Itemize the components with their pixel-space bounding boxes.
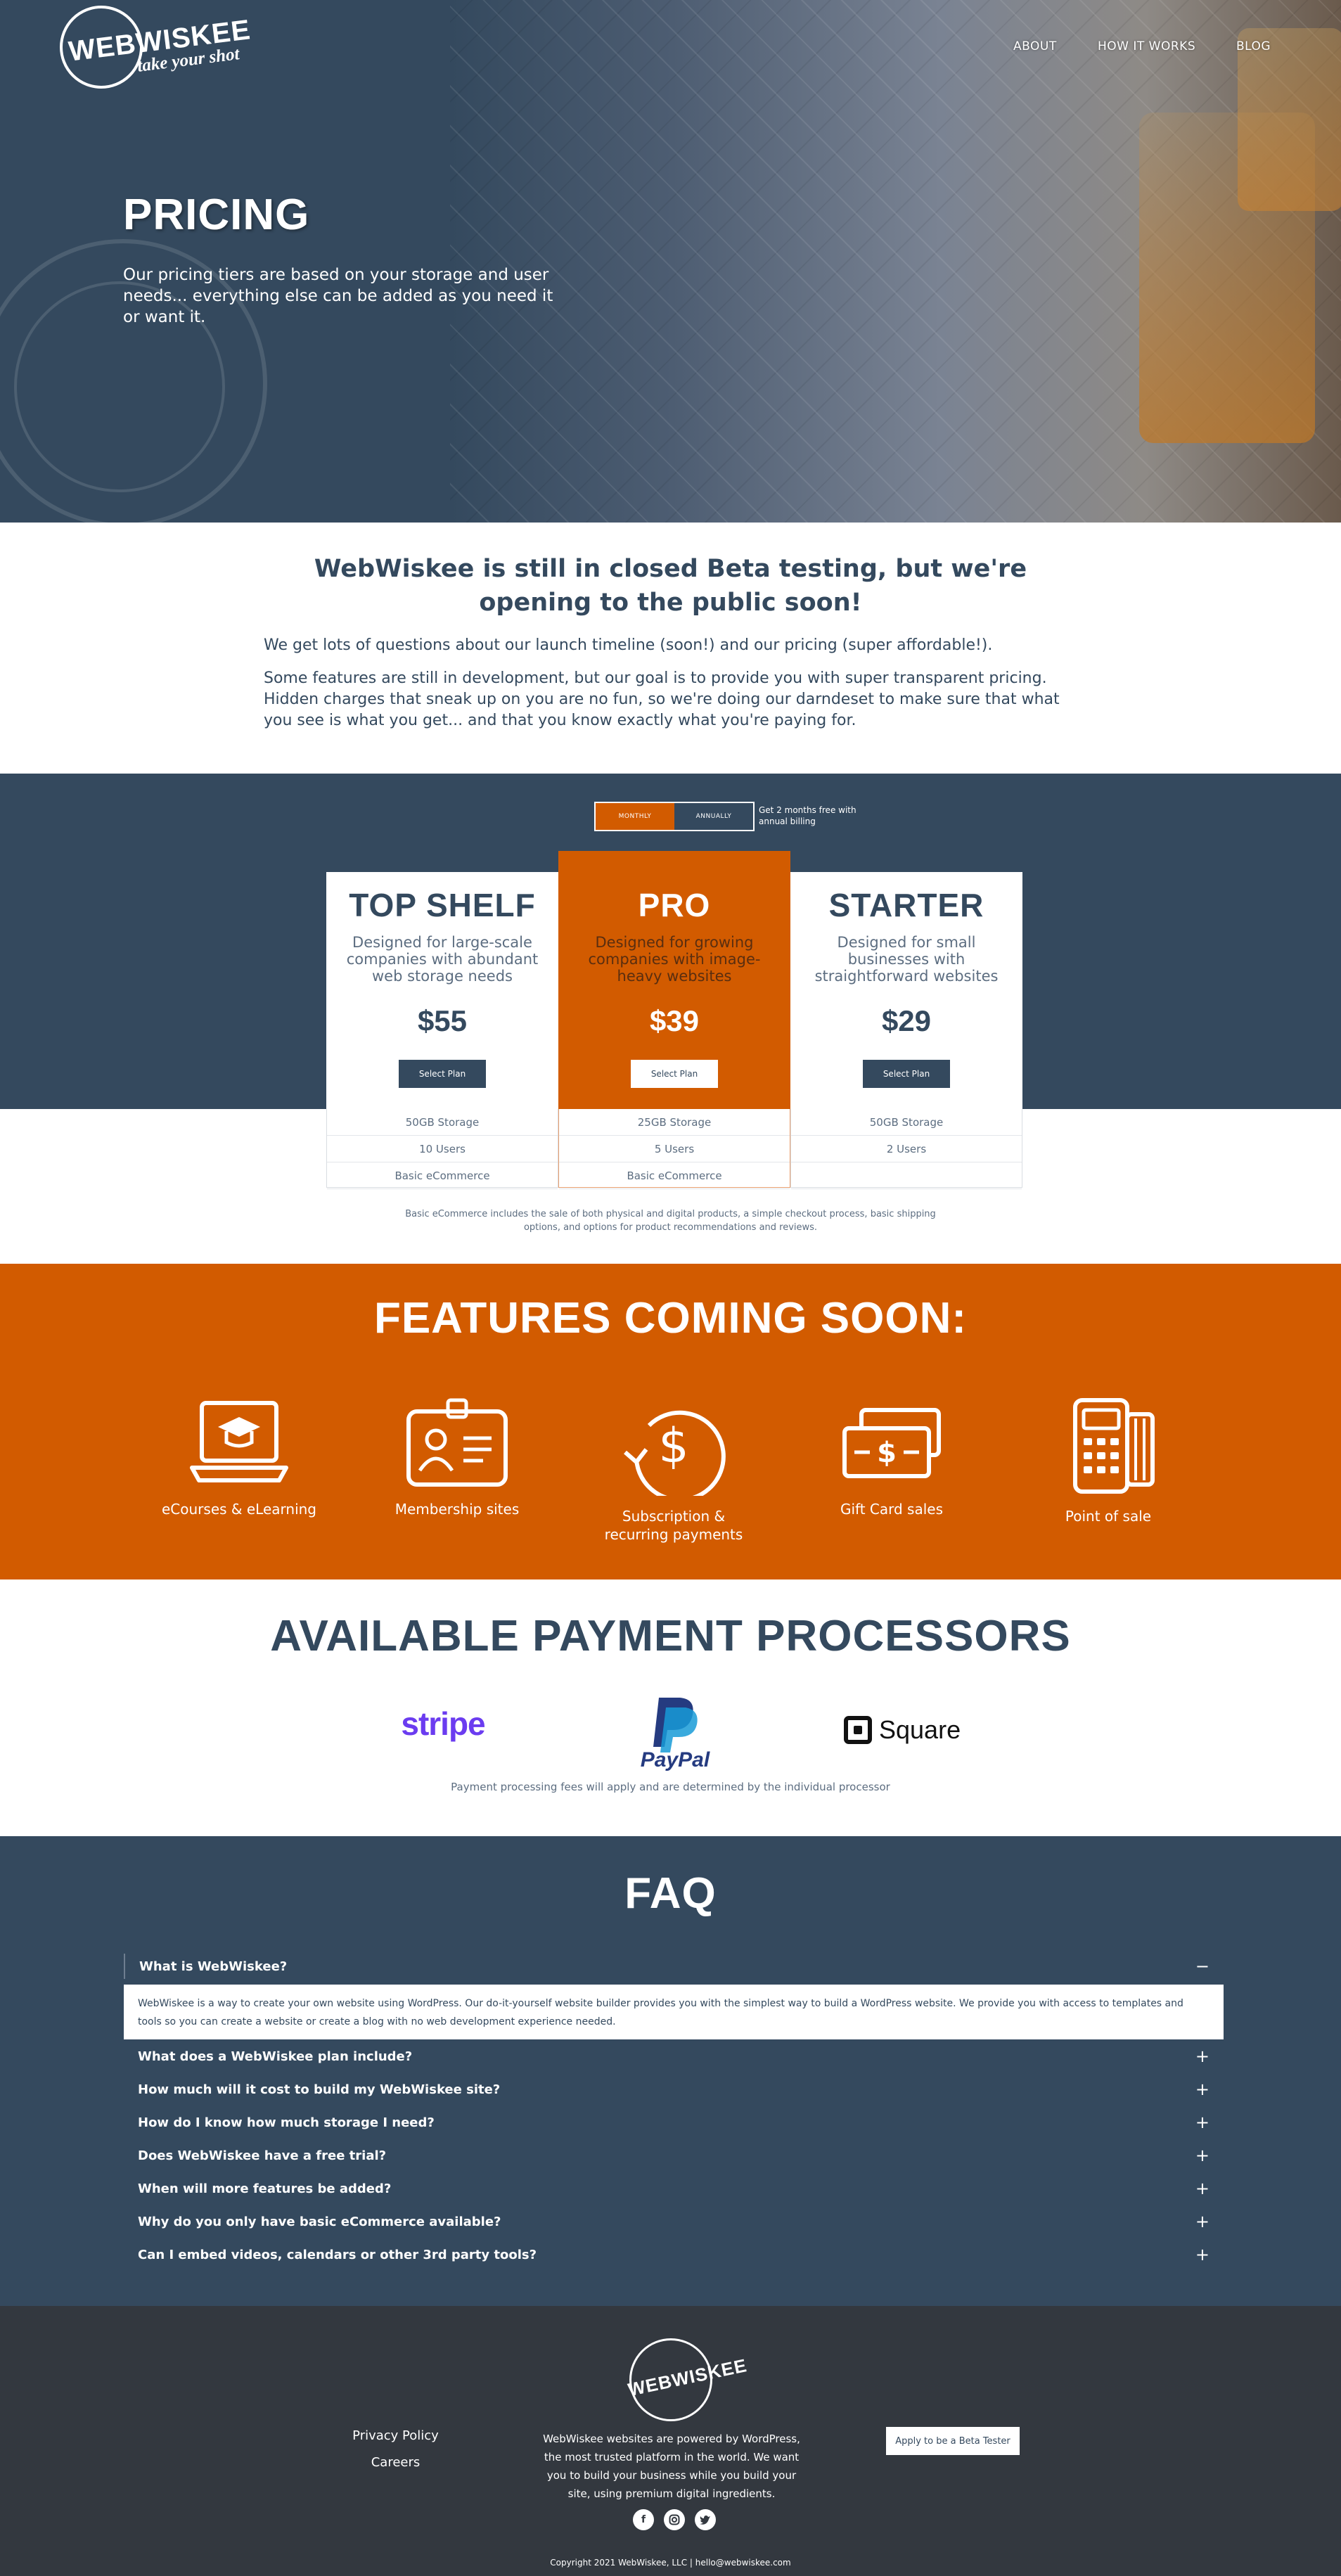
faq-answer: WebWiskee is a way to create your own we… bbox=[124, 1985, 1224, 2039]
beta-paragraph-1: We get lots of questions about our launc… bbox=[264, 636, 993, 654]
careers-link[interactable]: Careers bbox=[323, 2455, 468, 2470]
plan-card-top-shelf: TOP SHELF Designed for large-scale compa… bbox=[326, 872, 558, 1109]
processors-note: Payment processing fees will apply and a… bbox=[451, 1781, 890, 1793]
faq-question[interactable]: How do I know how much storage I need? + bbox=[124, 2110, 1224, 2135]
feature-row bbox=[791, 1162, 1022, 1189]
plan-price: $55 bbox=[417, 1004, 468, 1037]
square-logo: Square bbox=[844, 1715, 961, 1745]
plan-price: $39 bbox=[649, 1004, 700, 1037]
faq-question[interactable]: Why do you only have basic eCommerce ava… bbox=[124, 2209, 1224, 2234]
nav-blog[interactable]: BLOG bbox=[1236, 39, 1271, 53]
plan-features-pro: 25GB Storage 5 Users Basic eCommerce bbox=[558, 1109, 790, 1189]
billing-toggle[interactable]: MONTHLY ANNUALLY bbox=[594, 802, 755, 831]
feature-row: 10 Users bbox=[327, 1136, 558, 1162]
plan-name: TOP SHELF bbox=[349, 887, 536, 923]
feature-gift-cards: $ Gift Card sales bbox=[807, 1397, 976, 1518]
feature-ecourses: eCourses & eLearning bbox=[155, 1397, 323, 1518]
plan-description: Designed for growing companies with imag… bbox=[588, 934, 761, 985]
copyright: Copyright 2021 WebWiskee, LLC | hello@we… bbox=[550, 2558, 791, 2568]
facebook-icon[interactable]: f bbox=[633, 2509, 654, 2530]
feature-label: Point of sale bbox=[1065, 1508, 1152, 1525]
toggle-monthly[interactable]: MONTHLY bbox=[596, 803, 674, 830]
paypal-logo: PayPal bbox=[629, 1695, 721, 1772]
feature-row: 5 Users bbox=[559, 1136, 790, 1162]
expand-icon[interactable]: + bbox=[1195, 2146, 1210, 2165]
plan-description: Designed for large-scale companies with … bbox=[346, 934, 539, 985]
features-heading: FEATURES COMING SOON: bbox=[373, 1294, 968, 1343]
select-plan-button[interactable]: Select Plan bbox=[631, 1060, 718, 1088]
faq-section: FAQ bbox=[0, 1836, 1341, 2306]
cash-bills-icon: $ bbox=[842, 1408, 941, 1478]
select-plan-button[interactable]: Select Plan bbox=[863, 1060, 950, 1088]
faq-question[interactable]: Can I embed videos, calendars or other 3… bbox=[124, 2242, 1224, 2267]
site-logo[interactable]: WEBWISKEE take your shot bbox=[60, 6, 264, 90]
feature-label: Gift Card sales bbox=[840, 1501, 944, 1518]
footer-description: WebWiskee websites are powered by WordPr… bbox=[543, 2433, 800, 2500]
twitter-icon[interactable] bbox=[695, 2509, 716, 2530]
faq-question[interactable]: Does WebWiskee have a free trial? + bbox=[124, 2143, 1224, 2168]
feature-label: eCourses & eLearning bbox=[162, 1501, 316, 1518]
plan-name: PRO bbox=[638, 887, 711, 923]
faq-question[interactable]: When will more features be added? + bbox=[124, 2176, 1224, 2201]
expand-icon[interactable]: + bbox=[1195, 2046, 1210, 2066]
faq-question[interactable]: What does a WebWiskee plan include? + bbox=[124, 2044, 1224, 2069]
hero-section: WEBWISKEE take your shot ABOUT HOW IT WO… bbox=[0, 0, 1341, 523]
plan-name: STARTER bbox=[828, 887, 984, 923]
id-badge-icon bbox=[406, 1398, 508, 1487]
feature-subscription: $ Subscription & recurring payments bbox=[589, 1397, 758, 1544]
stripe-logo: stripe bbox=[401, 1705, 485, 1742]
nav-how-it-works[interactable]: HOW IT WORKS bbox=[1098, 39, 1195, 53]
expand-icon[interactable]: + bbox=[1195, 2179, 1210, 2198]
collapse-icon[interactable]: − bbox=[1195, 1956, 1210, 1976]
plan-card-pro: PRO Designed for growing companies with … bbox=[558, 851, 790, 1109]
privacy-policy-link[interactable]: Privacy Policy bbox=[323, 2428, 468, 2443]
hero-photo bbox=[450, 0, 1341, 523]
svg-text:$: $ bbox=[877, 1437, 897, 1469]
beta-paragraph-2: Some features are still in development, … bbox=[264, 669, 1060, 729]
instagram-icon[interactable] bbox=[664, 2509, 685, 2530]
feature-row: 25GB Storage bbox=[559, 1109, 790, 1136]
nav-about[interactable]: ABOUT bbox=[1013, 39, 1057, 53]
features-section: FEATURES COMING SOON: eCourses & eLearni… bbox=[0, 1264, 1341, 1579]
feature-row: 2 Users bbox=[791, 1136, 1022, 1162]
expand-icon[interactable]: + bbox=[1195, 2113, 1210, 2132]
hero-subtitle: Our pricing tiers are based on your stor… bbox=[123, 266, 553, 326]
plan-features-top-shelf: 50GB Storage 10 Users Basic eCommerce bbox=[326, 1109, 558, 1189]
feature-row: 50GB Storage bbox=[327, 1109, 558, 1136]
card-reader-icon bbox=[1073, 1398, 1155, 1494]
feature-point-of-sale: Point of sale bbox=[1024, 1397, 1193, 1525]
svg-text:$: $ bbox=[658, 1418, 688, 1474]
recurring-dollar-icon: $ bbox=[624, 1410, 726, 1496]
laptop-graduation-cap-icon bbox=[190, 1401, 288, 1482]
feature-label: Membership sites bbox=[394, 1501, 520, 1518]
feature-membership: Membership sites bbox=[373, 1397, 541, 1518]
ecommerce-note: Basic eCommerce includes the sale of bot… bbox=[405, 1209, 936, 1233]
feature-label: Subscription & recurring payments bbox=[604, 1508, 743, 1543]
feature-row: Basic eCommerce bbox=[559, 1162, 790, 1189]
plan-features-starter: 50GB Storage 2 Users bbox=[790, 1109, 1022, 1189]
feature-row: 50GB Storage bbox=[791, 1109, 1022, 1136]
faq-question-open[interactable]: What is WebWiskee? − bbox=[124, 1954, 1224, 1979]
footer-logo[interactable]: WEBWISKEE bbox=[626, 2338, 749, 2421]
toggle-annually[interactable]: ANNUALLY bbox=[674, 803, 753, 830]
plan-description: Designed for small businesses with strai… bbox=[814, 934, 999, 985]
expand-icon[interactable]: + bbox=[1195, 2080, 1210, 2099]
plan-card-starter: STARTER Designed for small businesses wi… bbox=[790, 872, 1022, 1109]
select-plan-button[interactable]: Select Plan bbox=[399, 1060, 486, 1088]
beta-heading: WebWiskee is still in closed Beta testin… bbox=[314, 555, 1027, 617]
toggle-note: Get 2 months free with annual billing bbox=[759, 805, 856, 826]
faq-heading: FAQ bbox=[624, 1869, 717, 1918]
page-title: PRICING bbox=[123, 191, 310, 239]
expand-icon[interactable]: + bbox=[1195, 2245, 1210, 2264]
processors-heading: AVAILABLE PAYMENT PROCESSORS bbox=[270, 1612, 1071, 1660]
site-footer: WEBWISKEE Privacy Policy Careers WebWisk… bbox=[0, 2306, 1341, 2576]
faq-question[interactable]: How much will it cost to build my WebWis… bbox=[124, 2077, 1224, 2102]
square-icon bbox=[844, 1716, 872, 1744]
beta-notice-section: WebWiskee is still in closed Beta testin… bbox=[0, 523, 1341, 774]
beta-tester-button[interactable]: Apply to be a Beta Tester bbox=[886, 2427, 1020, 2455]
feature-row: Basic eCommerce bbox=[327, 1162, 558, 1189]
plan-price: $29 bbox=[881, 1004, 932, 1037]
expand-icon[interactable]: + bbox=[1195, 2212, 1210, 2231]
payment-processors-section: AVAILABLE PAYMENT PROCESSORS stripe PayP… bbox=[0, 1579, 1341, 1836]
